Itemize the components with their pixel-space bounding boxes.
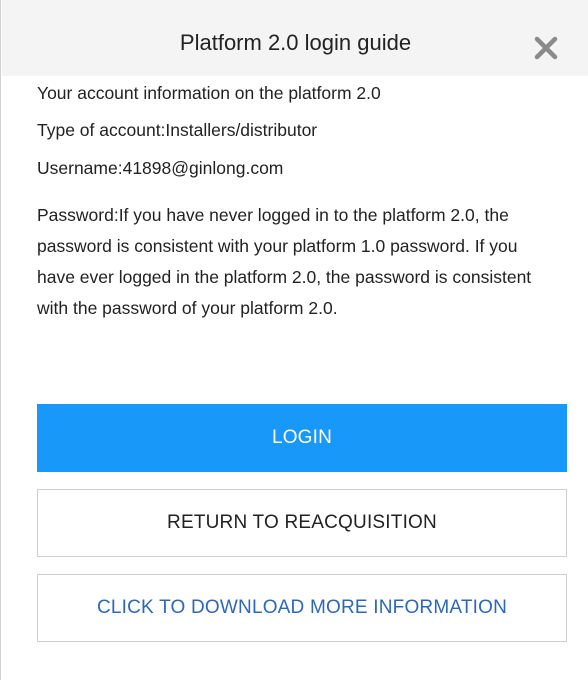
account-type: Type of account:Installers/distributor [37,120,318,140]
password-note: Password:If you have never logged in to … [37,205,532,318]
download-more-information-button[interactable]: CLICK TO DOWNLOAD MORE INFORMATION [37,574,567,642]
close-button[interactable] [528,30,564,66]
dialog-header: Platform 2.0 login guide [2,0,588,76]
username: Username:41898@ginlong.com [37,158,284,178]
close-icon [534,36,558,60]
dialog-title: Platform 2.0 login guide [179,30,412,55]
login-guide-dialog: Platform 2.0 login guide Your account in… [0,0,588,680]
return-to-reacquisition-button[interactable]: RETURN TO REACQUISITION [37,489,567,557]
login-button[interactable]: LOGIN [37,404,567,472]
account-info-heading: Your account information on the platform… [37,83,381,103]
